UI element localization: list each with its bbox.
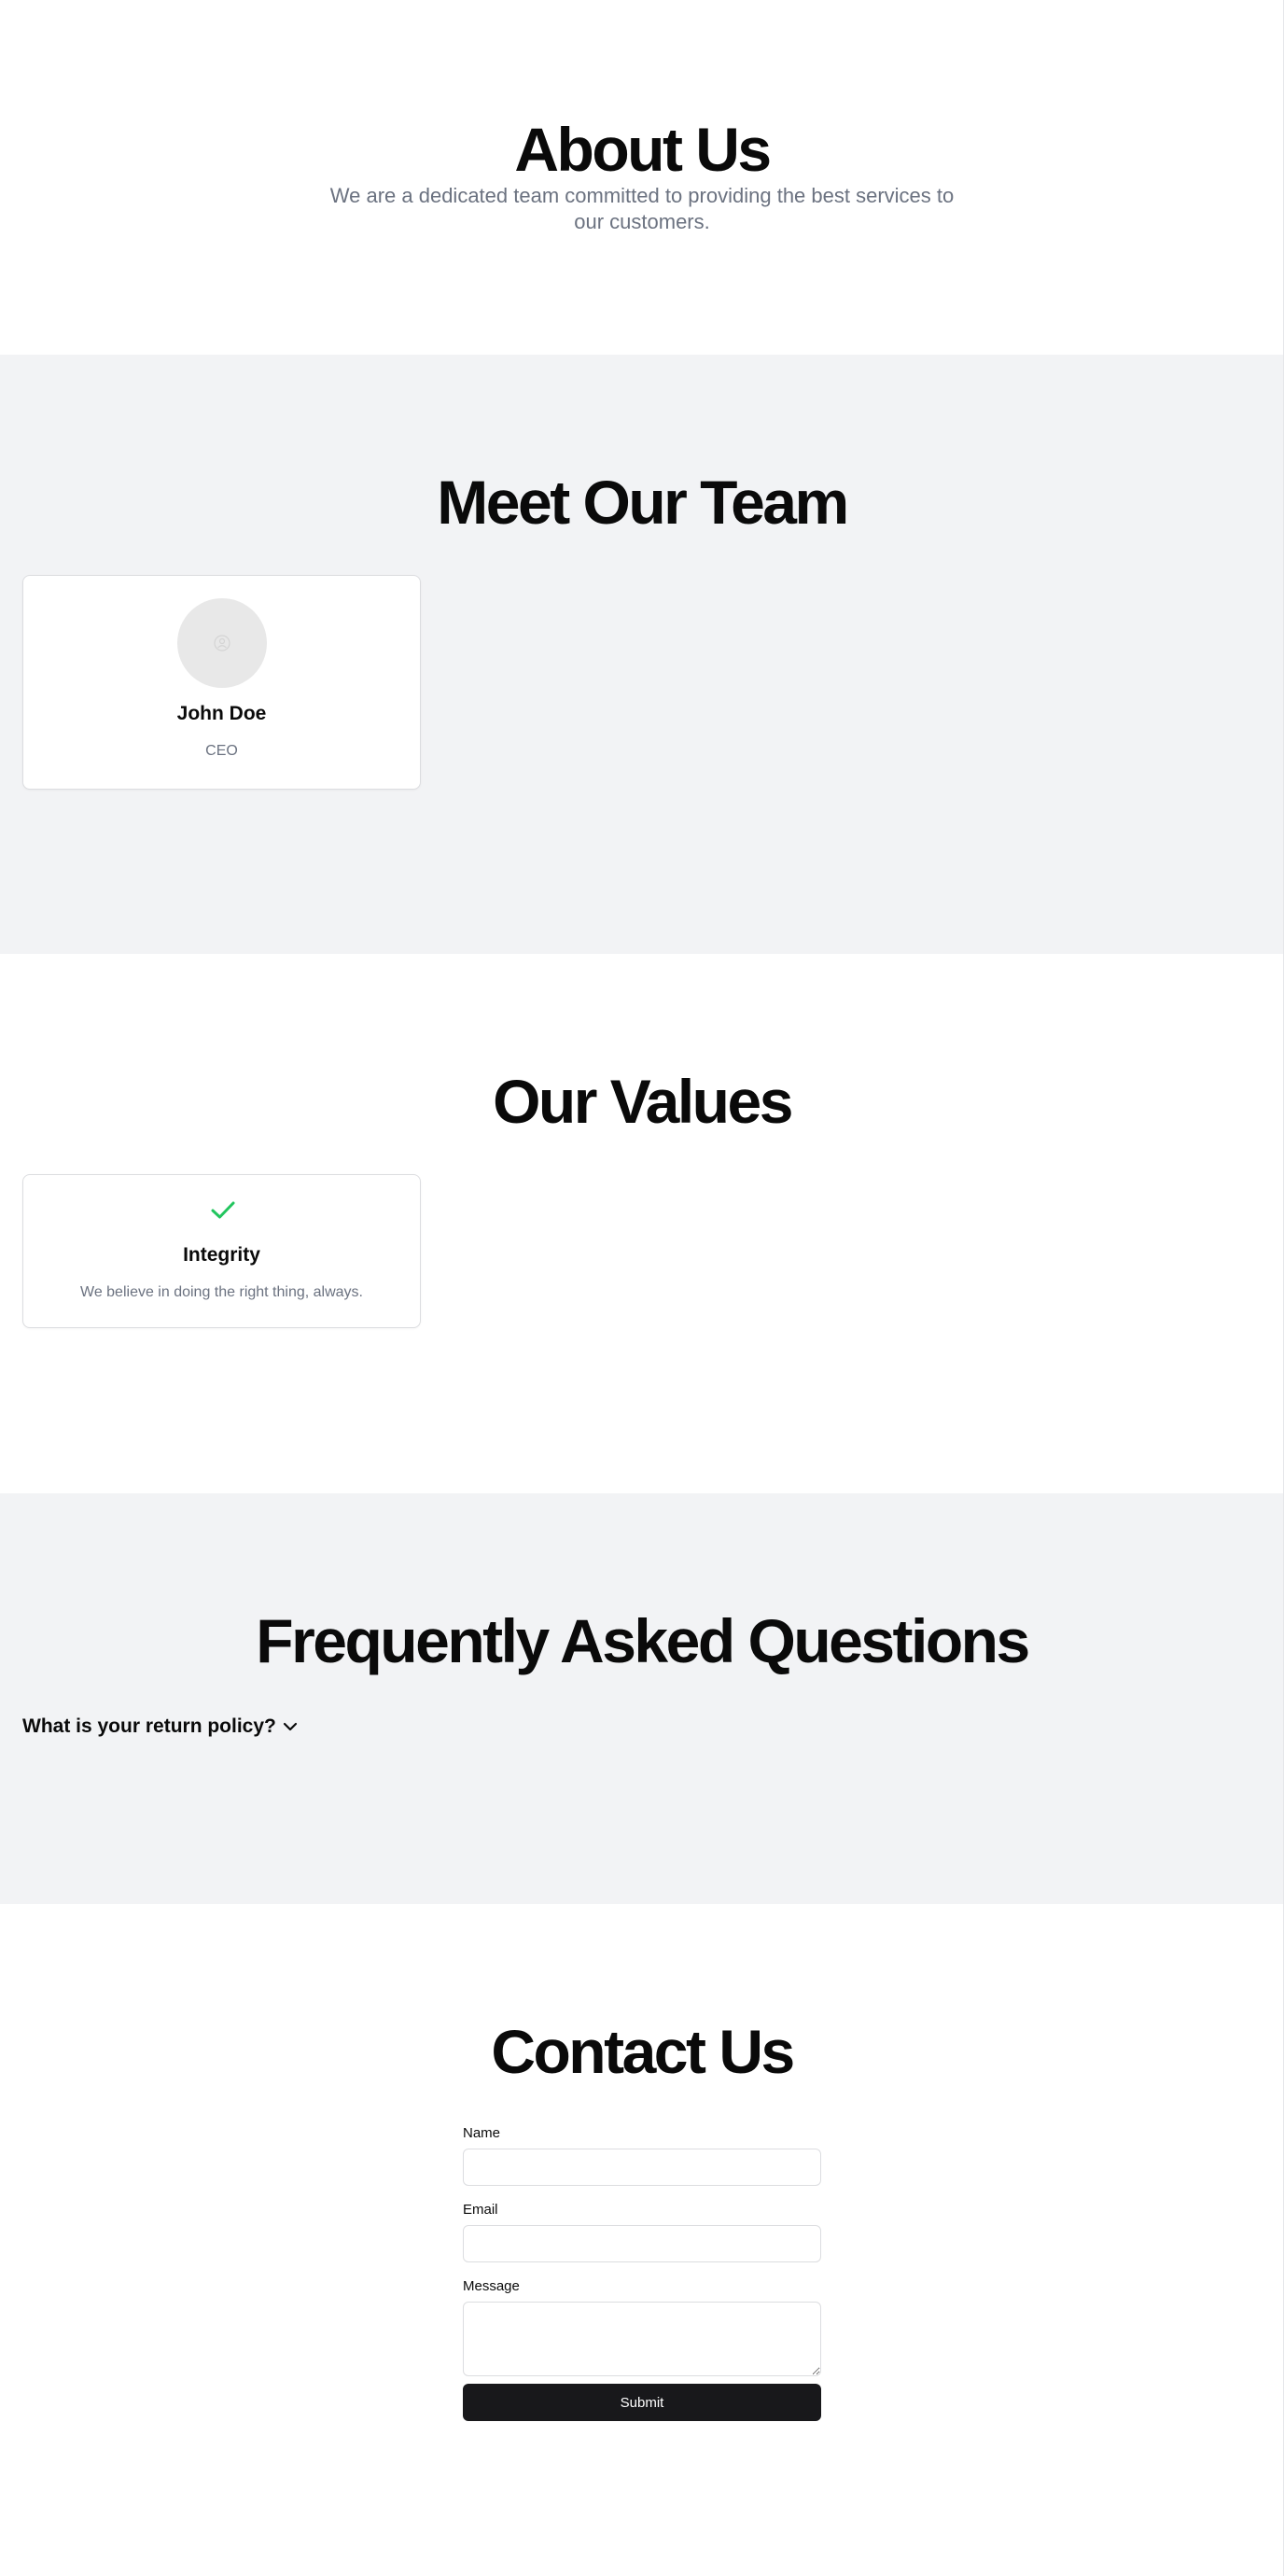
contact-section: Contact Us Name Email Message Submit: [0, 1904, 1284, 2576]
member-role: CEO: [205, 743, 238, 759]
contact-title: Contact Us: [491, 2017, 795, 2086]
team-section: Meet Our Team John Doe CEO: [0, 355, 1284, 954]
user-placeholder-icon: [214, 635, 230, 651]
avatar: [177, 598, 267, 688]
values-section: Our Values Integrity We believe in doing…: [0, 954, 1284, 1493]
email-label: Email: [463, 2202, 498, 2218]
name-label: Name: [463, 2125, 501, 2141]
message-field[interactable]: [463, 2302, 821, 2376]
faq-title: Frequently Asked Questions: [256, 1606, 1030, 1675]
value-title: Integrity: [183, 1244, 260, 1266]
message-label: Message: [463, 2278, 520, 2294]
email-field[interactable]: [463, 2225, 821, 2262]
faq-question: What is your return policy?: [22, 1715, 276, 1737]
submit-button[interactable]: Submit: [463, 2384, 821, 2421]
values-title: Our Values: [493, 1067, 793, 1136]
chevron-down-icon: [283, 1722, 297, 1731]
team-title: Meet Our Team: [437, 468, 849, 537]
contact-form: Name Email Message Submit: [463, 2124, 821, 2421]
name-field[interactable]: [463, 2149, 821, 2186]
check-icon: [211, 1201, 235, 1219]
faq-question-toggle[interactable]: What is your return policy?: [22, 1714, 299, 1740]
member-name: John Doe: [176, 703, 267, 724]
faq-section: Frequently Asked Questions What is your …: [0, 1493, 1284, 1904]
about-subtitle: We are a dedicated team committed to pro…: [329, 184, 955, 233]
team-member-card: John Doe CEO: [22, 575, 421, 790]
about-title: About Us: [514, 115, 772, 184]
about-section: About Us We are a dedicated team committ…: [0, 0, 1284, 355]
value-card: Integrity We believe in doing the right …: [22, 1174, 421, 1328]
value-description: We believe in doing the right thing, alw…: [80, 1284, 363, 1300]
